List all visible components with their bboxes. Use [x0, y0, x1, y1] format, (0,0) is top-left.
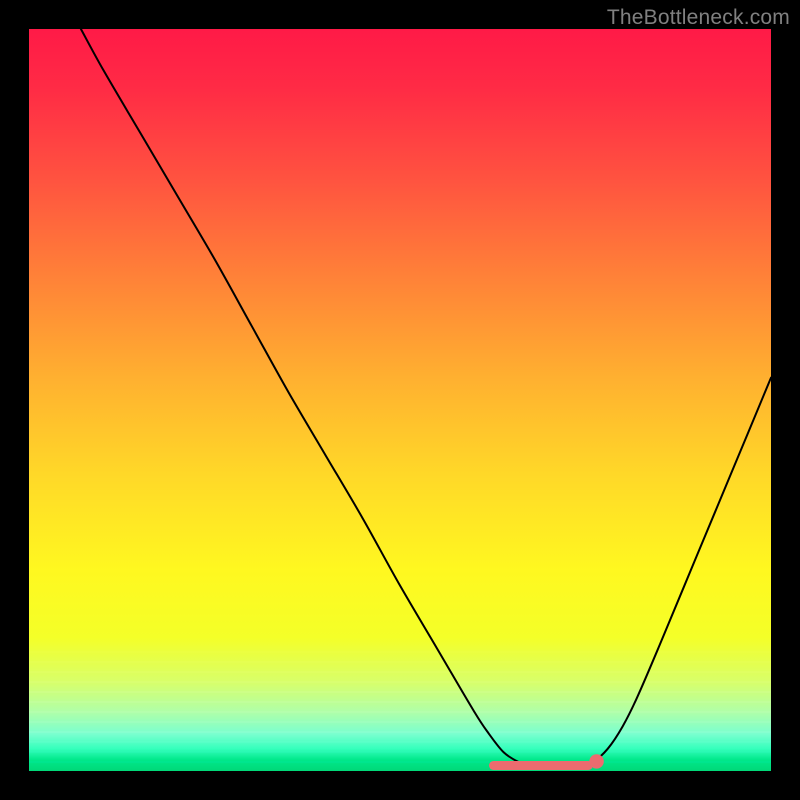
watermark-text: TheBottleneck.com [607, 6, 790, 30]
plot-gradient-area [29, 29, 771, 771]
chart-container: TheBottleneck.com [0, 0, 800, 800]
